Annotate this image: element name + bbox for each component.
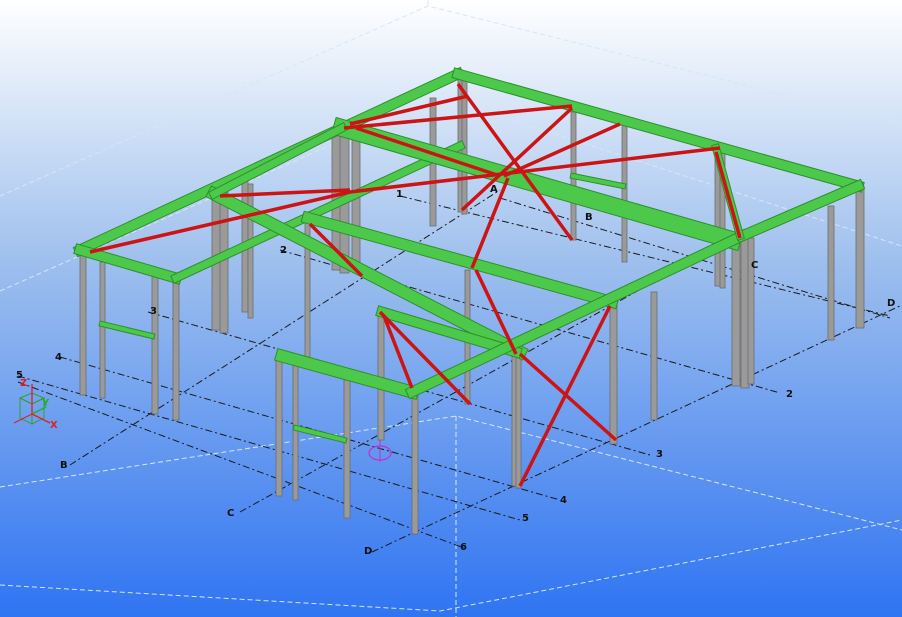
column-30[interactable] bbox=[411, 387, 419, 535]
column-3[interactable] bbox=[151, 269, 159, 415]
column-27[interactable] bbox=[292, 364, 299, 501]
grid-label-letter-a: A bbox=[490, 184, 498, 195]
grid-label-letter-d: D bbox=[364, 546, 372, 557]
column-33[interactable] bbox=[515, 351, 522, 489]
grid-label-letter-b-upper: B bbox=[585, 212, 593, 223]
column-1[interactable] bbox=[79, 249, 87, 396]
column-6[interactable] bbox=[219, 191, 229, 334]
model-view-3d[interactable]: 1 2 3 4 5 A B C D 2 3 4 5 6 B C D Z Y X bbox=[0, 0, 902, 617]
column-4[interactable] bbox=[172, 277, 180, 421]
grid-label-number-5: 5 bbox=[522, 513, 529, 524]
grid-label-number-4-upper: 4 bbox=[55, 352, 62, 363]
column-12[interactable] bbox=[351, 137, 361, 273]
column-17[interactable] bbox=[621, 121, 628, 263]
background bbox=[0, 0, 902, 617]
column-18[interactable] bbox=[650, 291, 658, 421]
column-34[interactable] bbox=[609, 301, 618, 445]
column-29[interactable] bbox=[377, 311, 385, 441]
grid-label-number-4: 4 bbox=[560, 495, 567, 506]
grid-label-number-2-upper: 2 bbox=[280, 245, 287, 256]
axis-label-y: Y bbox=[41, 398, 50, 409]
grid-label-number-2: 2 bbox=[786, 389, 793, 400]
grid-label-number-6: 6 bbox=[460, 542, 467, 553]
column-21[interactable] bbox=[731, 235, 741, 387]
grid-label-letter-c-upper: C bbox=[751, 260, 758, 271]
column-26[interactable] bbox=[275, 355, 283, 497]
column-28[interactable] bbox=[343, 379, 351, 519]
grid-label-letter-c: C bbox=[227, 508, 234, 519]
column-2[interactable] bbox=[99, 261, 106, 399]
grid-label-number-3-upper: 3 bbox=[150, 306, 157, 317]
grid-label-number-1: 1 bbox=[396, 189, 403, 200]
axis-label-x: X bbox=[50, 420, 58, 431]
grid-label-letter-b: B bbox=[60, 460, 68, 471]
column-8[interactable] bbox=[247, 183, 254, 319]
steel-frame-model[interactable]: 1 2 3 4 5 A B C D 2 3 4 5 6 B C D Z Y X bbox=[0, 0, 902, 617]
grid-label-number-3: 3 bbox=[656, 449, 663, 460]
column-24[interactable] bbox=[827, 205, 835, 341]
axis-label-z: Z bbox=[20, 378, 27, 389]
column-25[interactable] bbox=[855, 185, 865, 329]
grid-label-letter-d-upper: D bbox=[887, 298, 895, 309]
